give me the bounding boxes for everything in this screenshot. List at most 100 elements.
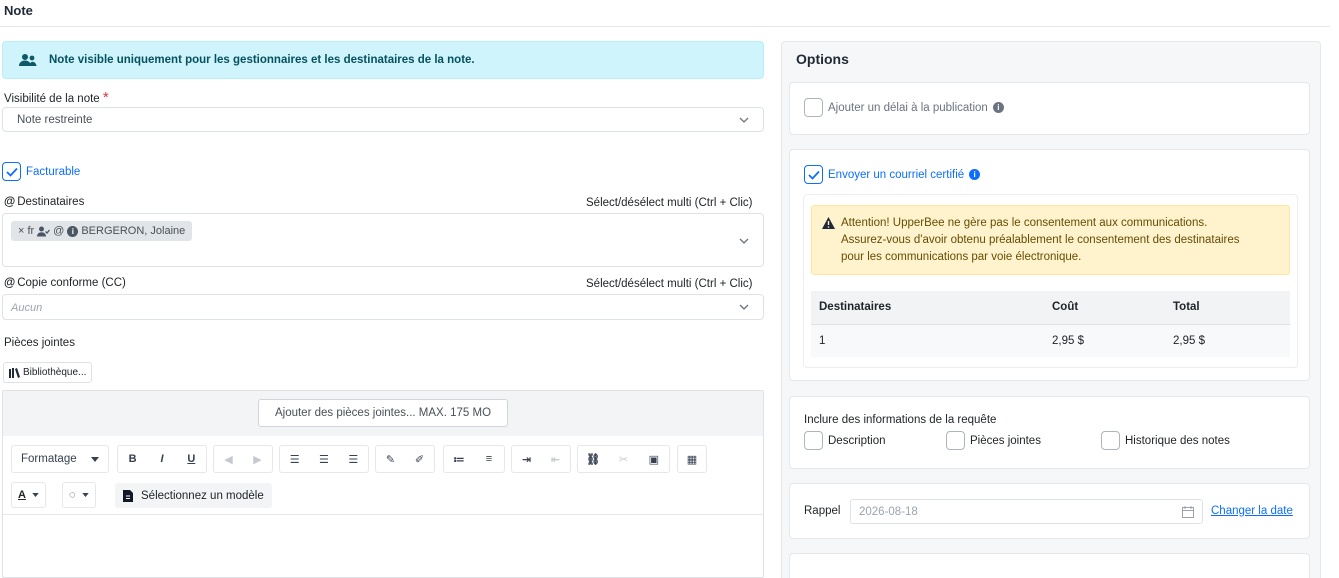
link-icon[interactable]: ⛓ <box>582 446 605 472</box>
check-icon <box>5 167 18 177</box>
visibility-label: Visibilité de la note * <box>4 89 109 106</box>
list-group: ≔ ≡ <box>443 445 505 473</box>
undo-icon[interactable]: ◀ <box>217 446 240 472</box>
title-divider <box>0 26 1330 27</box>
banner-text: Note visible uniquement pour les gestion… <box>49 54 475 66</box>
caret-down-icon <box>91 456 99 462</box>
tag-remove-icon[interactable]: × <box>18 225 24 237</box>
table-icon[interactable]: ▦ <box>681 446 704 472</box>
bold-button[interactable]: B <box>121 446 144 472</box>
redo-icon[interactable]: ▶ <box>246 446 269 472</box>
table-group: ▦ <box>677 445 707 473</box>
format-select-label: Formatage <box>21 453 77 465</box>
column-header-cost: Coût <box>1044 291 1165 325</box>
info-icon[interactable]: i <box>992 102 1004 113</box>
brush-group: ✎ ✐ <box>375 445 435 473</box>
cc-placeholder: Aucun <box>11 302 43 314</box>
include-history-row[interactable]: Historique des notes <box>1101 431 1230 450</box>
align-left-icon[interactable]: ☰ <box>283 446 306 472</box>
fill-color-icon: ◌ <box>69 489 76 501</box>
visibility-select[interactable]: Note restreinte <box>2 107 764 132</box>
include-info-label: Inclure des informations de la requête <box>804 414 997 426</box>
include-attachments-label: Pièces jointes <box>970 434 1041 447</box>
cc-label: @ Copie conforme (CC) <box>4 277 126 289</box>
column-header-recipients: Destinataires <box>811 291 1044 325</box>
clear-format-icon[interactable]: ✐ <box>408 446 431 472</box>
info-icon: i <box>67 225 79 237</box>
warning-line: Attention! UpperBee ne gère pas le conse… <box>841 217 1208 229</box>
check-icon <box>807 170 820 180</box>
recipient-tag[interactable]: × fr @ i BERGERON, Jolaine <box>11 221 193 241</box>
unlink-icon[interactable]: ✂ <box>612 446 635 472</box>
library-icon <box>9 367 20 378</box>
column-header-total: Total <box>1165 291 1290 325</box>
background-color-button[interactable]: ◌ <box>62 482 96 508</box>
select-template-button[interactable]: Sélectionnez un modèle <box>115 483 272 508</box>
include-description-row[interactable]: Description <box>804 431 886 450</box>
indent-icon[interactable]: ⇥ <box>515 446 538 472</box>
underline-button[interactable]: U <box>180 446 203 472</box>
required-marker: * <box>102 89 109 106</box>
warning-line: pour les communications par voie électro… <box>841 251 1082 263</box>
billable-checkbox-row[interactable]: Facturable <box>2 162 80 181</box>
warning-line: Assurez-vous d'avoir obtenu préalablemen… <box>841 234 1240 246</box>
cost-table: Destinataires Coût Total 1 2,95 $ 2,95 $ <box>811 291 1290 357</box>
table-header-row: Destinataires Coût Total <box>811 291 1290 325</box>
cell-total: 2,95 $ <box>1165 324 1290 357</box>
billable-label: Facturable <box>26 165 81 178</box>
reminder-date-input[interactable]: 2026-08-18 <box>850 499 1203 524</box>
format-select[interactable]: Formatage <box>11 445 109 473</box>
next-option-card <box>789 553 1310 578</box>
at-icon: @ <box>4 196 16 208</box>
template-button-label: Sélectionnez un modèle <box>141 489 264 502</box>
delay-checkbox-row[interactable]: Ajouter un délai à la publication i <box>804 98 1004 117</box>
calendar-icon[interactable] <box>1182 506 1194 518</box>
include-description-checkbox[interactable] <box>804 431 823 450</box>
font-color-button[interactable]: A <box>11 482 46 508</box>
consent-warning: Attention! UpperBee ne gère pas le conse… <box>811 205 1290 275</box>
options-title: Options <box>796 51 849 67</box>
image-icon[interactable]: ▣ <box>642 446 665 472</box>
change-date-link[interactable]: Changer la date <box>1211 505 1293 517</box>
chevron-down-icon <box>739 117 749 123</box>
cell-recipients: 1 <box>811 324 1044 357</box>
library-button[interactable]: Bibliothèque... <box>3 362 93 383</box>
bullet-list-icon[interactable]: ≔ <box>448 446 471 472</box>
include-attachments-row[interactable]: Pièces jointes <box>946 431 1041 450</box>
cc-multi-hint: Sélect/désélect multi (Ctrl + Clic) <box>586 278 753 290</box>
certified-mail-checkbox-row[interactable]: Envoyer un courriel certifié i <box>804 165 981 184</box>
recipients-multi-hint: Sélect/désélect multi (Ctrl + Clic) <box>586 197 753 209</box>
billable-checkbox[interactable] <box>2 162 21 181</box>
outdent-icon[interactable]: ⇤ <box>544 446 567 472</box>
align-right-icon[interactable]: ☰ <box>342 446 365 472</box>
align-center-icon[interactable]: ☰ <box>312 446 335 472</box>
include-description-label: Description <box>828 434 886 447</box>
visibility-select-value: Note restreinte <box>17 114 93 126</box>
chevron-down-icon <box>739 304 749 310</box>
visibility-label-text: Visibilité de la note <box>4 93 100 105</box>
reminder-date-value: 2026-08-18 <box>859 505 918 518</box>
users-icon <box>19 54 37 66</box>
chevron-down-icon <box>739 238 749 244</box>
numbered-list-icon[interactable]: ≡ <box>478 446 501 472</box>
recipients-label-text: Destinataires <box>17 196 85 208</box>
info-icon[interactable]: i <box>969 169 981 180</box>
include-history-checkbox[interactable] <box>1101 431 1120 450</box>
email-at-icon: @ <box>53 225 65 237</box>
italic-button[interactable]: I <box>150 446 173 472</box>
add-attachments-button[interactable]: Ajouter des pièces jointes... MAX. 175 M… <box>258 399 508 427</box>
format-painter-icon[interactable]: ✎ <box>379 446 402 472</box>
indent-group: ⇥ ⇤ <box>511 445 571 473</box>
tag-language: fr <box>27 225 35 237</box>
page-title: Note <box>4 3 33 18</box>
certified-mail-checkbox[interactable] <box>804 165 823 184</box>
delay-checkbox[interactable] <box>804 98 823 117</box>
cc-select[interactable]: Aucun <box>2 294 764 320</box>
attachments-label: Pièces jointes <box>4 337 75 349</box>
insert-group: ⛓ ✂ ▣ <box>577 445 670 473</box>
template-icon <box>123 489 133 502</box>
include-attachments-checkbox[interactable] <box>946 431 965 450</box>
caret-down-icon <box>81 493 89 497</box>
cc-label-text: Copie conforme (CC) <box>17 277 126 289</box>
text-style-group: B I U <box>117 445 207 473</box>
